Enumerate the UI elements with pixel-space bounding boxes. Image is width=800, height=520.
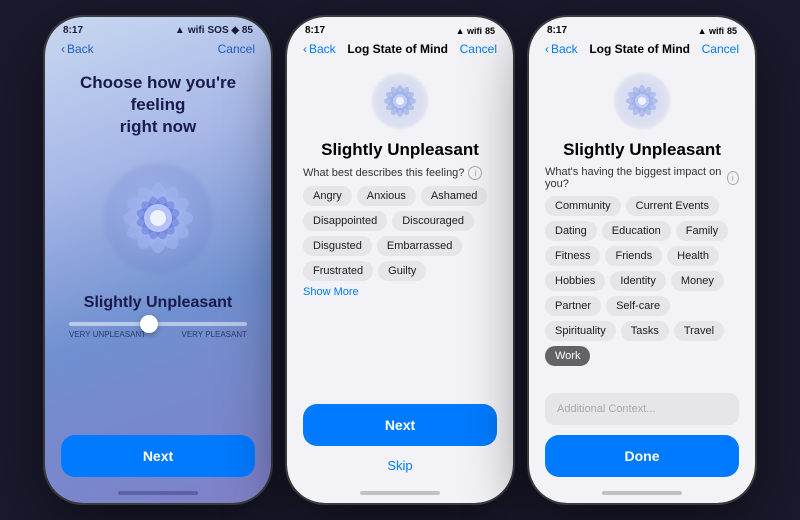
- slider-min-label: VERY UNPLEASANT: [69, 330, 146, 339]
- tag-item[interactable]: Frustrated: [303, 261, 373, 281]
- tags-area-2: AngryAnxiousAshamed DisappointedDiscourag…: [303, 186, 497, 284]
- battery-2: 85: [485, 26, 495, 36]
- screen-content-2: Slightly Unpleasant What best describes …: [287, 62, 513, 485]
- status-icons-2: ▲ wifi 85: [456, 26, 495, 36]
- tag-item[interactable]: Ashamed: [421, 186, 487, 206]
- slider-max-label: VERY PLEASANT: [181, 330, 247, 339]
- tag-item[interactable]: Disappointed: [303, 211, 387, 231]
- phone-2: 8:17 ▲ wifi 85 ‹ Back Log State of Mind …: [285, 15, 515, 505]
- page-title-1: Choose how you're feeling right now: [61, 72, 255, 138]
- question-row-3: What's having the biggest impact on you?…: [545, 166, 739, 190]
- status-icons-3: ▲ wifi 85: [698, 26, 737, 36]
- tag-item[interactable]: Money: [671, 271, 724, 291]
- phone-1: 8:17 ▲ wifi SOS ◆ 85 ‹ Back Cancel Choos…: [43, 15, 273, 505]
- tag-item[interactable]: Disgusted: [303, 236, 372, 256]
- screen-content-1: Choose how you're feeling right now: [45, 62, 271, 485]
- tag-item[interactable]: Education: [602, 221, 671, 241]
- cancel-button-1[interactable]: Cancel: [218, 42, 255, 56]
- btn-area-2: Next Skip: [303, 396, 497, 485]
- status-icons-1: ▲ wifi SOS ◆ 85: [175, 25, 253, 36]
- tag-item[interactable]: Self-care: [606, 296, 670, 316]
- back-button-1[interactable]: ‹ Back: [61, 42, 94, 56]
- tags-area-3: CommunityCurrent Events DatingEducationFa…: [545, 196, 739, 389]
- home-indicator-1: [45, 485, 271, 503]
- next-button-2[interactable]: Next: [303, 404, 497, 446]
- back-button-2[interactable]: ‹ Back: [303, 42, 336, 56]
- flower-animation-2: [365, 66, 435, 136]
- flower-animation-3: [607, 66, 677, 136]
- tag-item[interactable]: Fitness: [545, 246, 600, 266]
- tag-item[interactable]: Dating: [545, 221, 597, 241]
- section-title-2: Slightly Unpleasant: [321, 140, 479, 160]
- tag-item[interactable]: Tasks: [621, 321, 669, 341]
- tag-item[interactable]: Anxious: [357, 186, 416, 206]
- cancel-button-2[interactable]: Cancel: [460, 42, 497, 56]
- time-3: 8:17: [547, 25, 567, 36]
- show-more-button[interactable]: Show More: [303, 286, 497, 298]
- tag-item[interactable]: Angry: [303, 186, 352, 206]
- additional-context-field[interactable]: Additional Context...: [545, 393, 739, 425]
- battery-1: SOS ◆ 85: [208, 25, 254, 36]
- nav-title-2: Log State of Mind: [347, 42, 448, 56]
- slider-labels: VERY UNPLEASANT VERY PLEASANT: [69, 330, 247, 339]
- home-bar-2: [360, 491, 440, 495]
- tag-item[interactable]: Identity: [610, 271, 665, 291]
- home-indicator-3: [529, 485, 755, 503]
- phone-3: 8:17 ▲ wifi 85 ‹ Back Log State of Mind …: [527, 15, 757, 505]
- tag-item[interactable]: Family: [676, 221, 728, 241]
- signal-icon-2: ▲ wifi: [456, 26, 482, 36]
- tag-item[interactable]: Discouraged: [392, 211, 474, 231]
- info-icon-2[interactable]: i: [468, 166, 482, 180]
- slider-track[interactable]: [69, 322, 247, 326]
- question-text-2: What best describes this feeling?: [303, 167, 464, 179]
- wifi-icon: wifi: [188, 25, 205, 36]
- question-text-3: What's having the biggest impact on you?: [545, 166, 723, 190]
- tag-item[interactable]: Hobbies: [545, 271, 605, 291]
- home-bar-3: [602, 491, 682, 495]
- nav-bar-3: ‹ Back Log State of Mind Cancel: [529, 38, 755, 62]
- tag-item[interactable]: Guilty: [378, 261, 426, 281]
- tag-item[interactable]: Spirituality: [545, 321, 616, 341]
- nav-title-3: Log State of Mind: [589, 42, 690, 56]
- time-1: 8:17: [63, 25, 83, 36]
- screen-content-3: Slightly Unpleasant What's having the bi…: [529, 62, 755, 485]
- tag-item[interactable]: Partner: [545, 296, 601, 316]
- nav-bar-2: ‹ Back Log State of Mind Cancel: [287, 38, 513, 62]
- chevron-left-icon-3: ‹: [545, 42, 549, 56]
- slider-container[interactable]: VERY UNPLEASANT VERY PLEASANT: [61, 322, 255, 339]
- chevron-left-icon-2: ‹: [303, 42, 307, 56]
- nav-bar-1: ‹ Back Cancel: [45, 38, 271, 62]
- home-indicator-2: [287, 485, 513, 503]
- time-2: 8:17: [305, 25, 325, 36]
- next-button-1[interactable]: Next: [61, 435, 255, 477]
- status-bar-1: 8:17 ▲ wifi SOS ◆ 85: [45, 17, 271, 38]
- tag-item[interactable]: Health: [667, 246, 719, 266]
- tag-item[interactable]: Embarrassed: [377, 236, 462, 256]
- section-title-3: Slightly Unpleasant: [563, 140, 721, 160]
- phones-container: 8:17 ▲ wifi SOS ◆ 85 ‹ Back Cancel Choos…: [33, 5, 767, 515]
- question-row-2: What best describes this feeling? i: [303, 166, 497, 180]
- chevron-left-icon: ‹: [61, 42, 65, 56]
- tag-item[interactable]: Community: [545, 196, 621, 216]
- cancel-button-3[interactable]: Cancel: [702, 42, 739, 56]
- skip-button[interactable]: Skip: [303, 454, 497, 477]
- back-button-3[interactable]: ‹ Back: [545, 42, 578, 56]
- done-button[interactable]: Done: [545, 435, 739, 477]
- feeling-label-1: Slightly Unpleasant: [84, 294, 232, 312]
- flower-animation-1: [88, 148, 228, 288]
- home-bar-1: [118, 491, 198, 495]
- tag-item[interactable]: Work: [545, 346, 590, 366]
- battery-3: 85: [727, 26, 737, 36]
- tag-item[interactable]: Current Events: [626, 196, 719, 216]
- tag-item[interactable]: Travel: [674, 321, 724, 341]
- signal-icon: ▲: [175, 25, 185, 36]
- info-icon-3[interactable]: i: [727, 171, 739, 185]
- status-bar-3: 8:17 ▲ wifi 85: [529, 17, 755, 38]
- tag-item[interactable]: Friends: [605, 246, 662, 266]
- signal-icon-3: ▲ wifi: [698, 26, 724, 36]
- status-bar-2: 8:17 ▲ wifi 85: [287, 17, 513, 38]
